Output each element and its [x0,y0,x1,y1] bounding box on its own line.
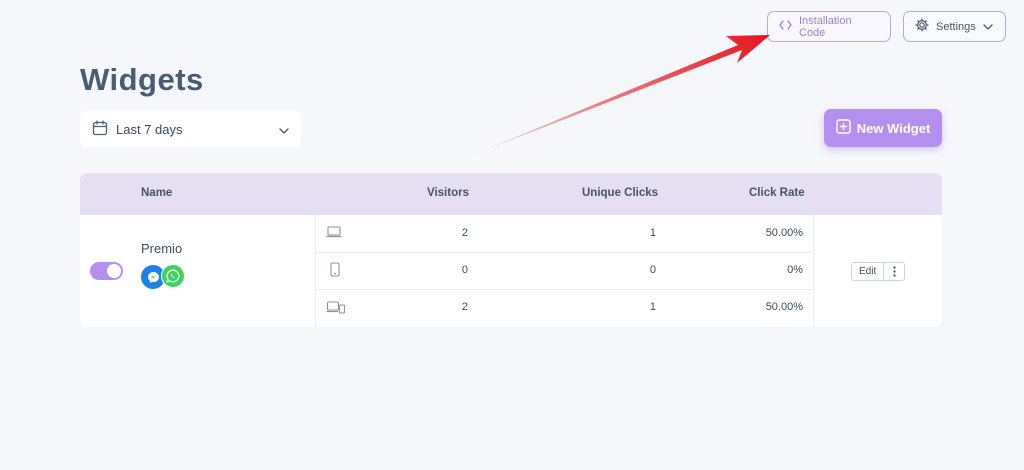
widget-actions: Edit [851,262,906,281]
column-header-name: Name [141,187,173,199]
widget-name: Premio [141,241,183,256]
widgets-table: Name Visitors Unique Clicks Click Rate P… [80,173,942,327]
table-row-desktop: 2 1 50.00% [316,215,813,252]
calendar-icon [92,119,108,139]
column-divider [813,215,814,327]
installation-code-button[interactable]: Installation Code [767,11,891,42]
unique-clicks-value: 1 [649,301,656,313]
gear-icon [915,18,929,35]
table-row-mobile: 0 0 0% [316,252,813,289]
plus-square-icon [836,119,851,137]
unique-clicks-value: 0 [649,264,656,276]
date-range-select[interactable]: Last 7 days [80,111,301,147]
chevron-down-icon [279,122,289,137]
new-widget-label: New Widget [856,120,931,136]
toggle-knob [107,264,121,278]
unique-clicks-value: 1 [649,227,656,239]
click-rate-value: 50.00% [765,301,803,313]
code-icon [779,20,792,33]
settings-label: Settings [936,20,976,33]
click-rate-value: 0% [787,264,803,276]
table-header: Name Visitors Unique Clicks Click Rate [80,173,942,215]
whatsapp-icon [161,264,185,288]
page-title: Widgets [80,62,204,97]
settings-button[interactable]: Settings [903,11,1006,42]
column-header-click-rate: Click Rate [749,187,805,199]
visitors-value: 0 [461,264,468,276]
installation-code-label: Installation Code [799,14,852,39]
click-rate-value: 50.00% [765,227,803,239]
row-divider [316,252,813,253]
all-devices-icon [326,301,346,317]
row-divider [316,289,813,290]
widget-enabled-toggle[interactable] [90,262,123,280]
column-header-visitors: Visitors [427,187,469,199]
desktop-icon [326,226,342,241]
visitors-value: 2 [461,227,468,239]
date-range-value: Last 7 days [116,121,183,137]
more-options-icon[interactable] [883,263,904,280]
column-header-unique-clicks: Unique Clicks [582,187,659,199]
visitors-value: 2 [461,301,468,313]
new-widget-button[interactable]: New Widget [824,109,942,147]
chevron-down-icon [983,21,993,33]
edit-button[interactable]: Edit [852,263,883,280]
mobile-icon [330,262,340,280]
table-row-all-devices: 2 1 50.00% [316,289,813,326]
